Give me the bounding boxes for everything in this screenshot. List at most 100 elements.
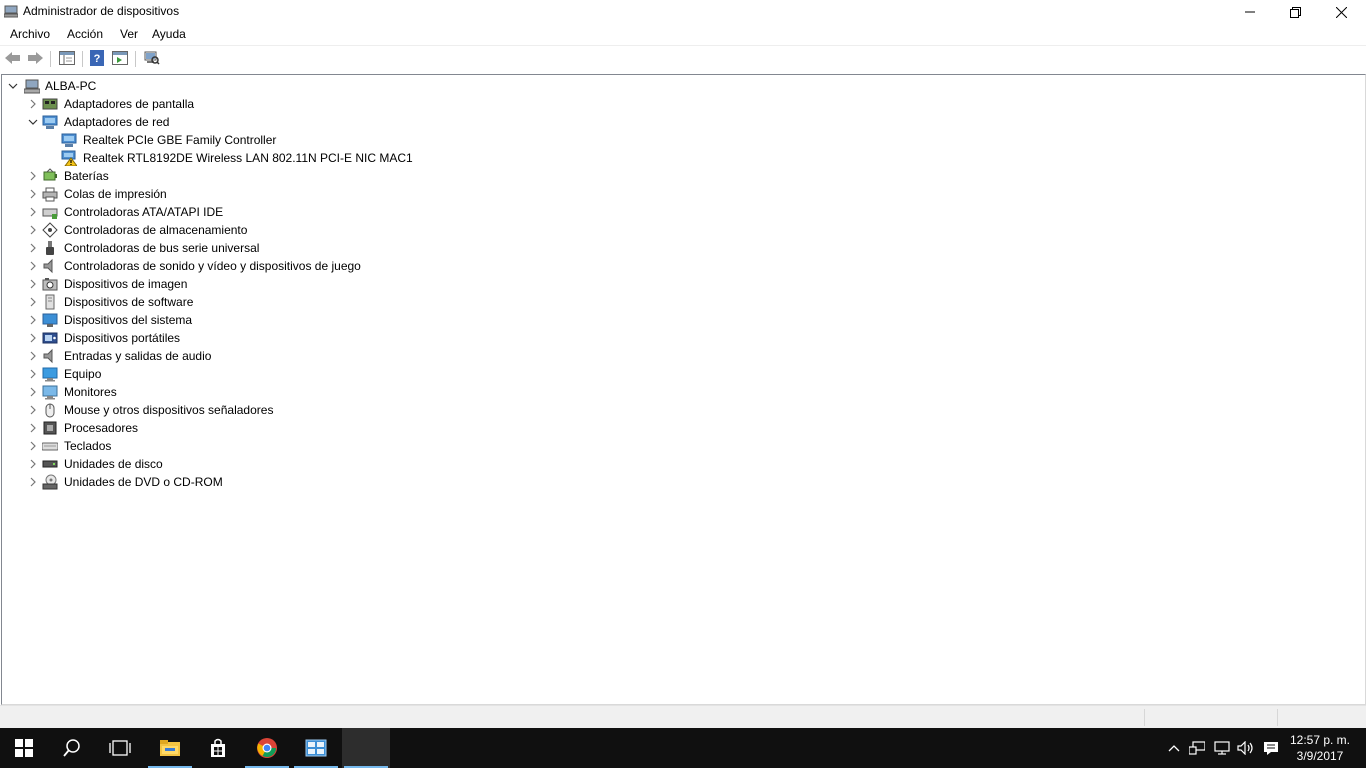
tree-item-label: Controladoras ATA/ATAPI IDE — [64, 205, 224, 219]
menu-ayuda[interactable]: Ayuda — [152, 27, 186, 41]
disk-drive-icon — [42, 456, 58, 472]
chevron-right-icon[interactable] — [28, 459, 38, 469]
chevron-right-icon[interactable] — [28, 225, 38, 235]
computer-icon — [42, 366, 58, 382]
help-button[interactable]: ? — [88, 50, 106, 66]
tree-category-item[interactable]: Monitores — [2, 383, 522, 401]
close-button[interactable] — [1318, 0, 1364, 24]
title-bar: Administrador de dispositivos — [0, 0, 1366, 24]
storage-controller-icon — [42, 222, 58, 238]
tree-category-item[interactable]: Mouse y otros dispositivos señaladores — [2, 401, 522, 419]
tree-device-item[interactable]: Realtek RTL8192DE Wireless LAN 802.11N P… — [2, 149, 522, 167]
tree-category-item[interactable]: Teclados — [2, 437, 522, 455]
tree-category-item[interactable]: Controladoras de bus serie universal — [2, 239, 522, 257]
chevron-right-icon[interactable] — [28, 423, 38, 433]
tree-item-label: Controladoras de sonido y vídeo y dispos… — [64, 259, 361, 273]
properties-button[interactable] — [111, 50, 129, 66]
tree-category-item[interactable]: Unidades de disco — [2, 455, 522, 473]
tree-device-item[interactable]: Realtek PCIe GBE Family Controller — [2, 131, 522, 149]
tree-category-item[interactable]: Baterías — [2, 167, 522, 185]
chevron-right-icon[interactable] — [28, 351, 38, 361]
store-button[interactable] — [194, 728, 242, 768]
tree-category-item[interactable]: Adaptadores de red — [2, 113, 522, 131]
minimize-button[interactable] — [1227, 0, 1273, 24]
show-hidden-icons-button[interactable] — [1166, 740, 1182, 756]
tree-category-item[interactable]: Dispositivos de software — [2, 293, 522, 311]
forward-button[interactable] — [26, 50, 44, 66]
audio-io-icon — [42, 348, 58, 364]
tray-ethernet-button[interactable] — [1214, 740, 1230, 756]
display-adapter-icon — [42, 96, 58, 112]
chevron-right-icon[interactable] — [28, 207, 38, 217]
chevron-right-icon[interactable] — [28, 333, 38, 343]
folder-icon — [160, 740, 180, 756]
tree-item-label: Adaptadores de red — [64, 115, 170, 129]
scan-hardware-icon — [144, 51, 160, 65]
tree-category-item[interactable]: Controladoras de sonido y vídeo y dispos… — [2, 257, 522, 275]
status-bar — [0, 705, 1366, 728]
back-button[interactable] — [4, 50, 22, 66]
start-button[interactable] — [0, 728, 48, 768]
tree-category-item[interactable]: Colas de impresión — [2, 185, 522, 203]
chevron-right-icon[interactable] — [28, 279, 38, 289]
toolbar-separator — [50, 51, 51, 67]
tree-category-item[interactable]: Procesadores — [2, 419, 522, 437]
chevron-right-icon[interactable] — [28, 441, 38, 451]
tree-category-item[interactable]: Unidades de DVD o CD-ROM — [2, 473, 522, 491]
tree-category-item[interactable]: Controladoras de almacenamiento — [2, 221, 522, 239]
menu-ver[interactable]: Ver — [120, 27, 138, 41]
chevron-right-icon[interactable] — [28, 369, 38, 379]
search-button[interactable] — [48, 728, 96, 768]
mouse-icon — [42, 402, 58, 418]
chrome-icon — [257, 738, 277, 758]
search-icon — [63, 739, 80, 757]
taskbar-clock[interactable]: 12:57 p. m. 3/9/2017 — [1286, 732, 1354, 764]
chevron-down-icon[interactable] — [28, 117, 38, 127]
task-view-button[interactable] — [96, 728, 144, 768]
tree-category-item[interactable]: Dispositivos portátiles — [2, 329, 522, 347]
chevron-right-icon[interactable] — [28, 297, 38, 307]
chevron-right-icon[interactable] — [28, 477, 38, 487]
window-title: Administrador de dispositivos — [23, 4, 180, 18]
chevron-right-icon[interactable] — [28, 171, 38, 181]
status-separator — [1277, 709, 1278, 726]
device-manager-taskbar-button[interactable] — [342, 728, 390, 768]
action-center-button[interactable] — [1263, 740, 1279, 756]
show-hide-tree-button[interactable] — [58, 50, 76, 66]
device-tree-pane[interactable]: ALBA-PC Adaptadores de pantalla Adaptador… — [1, 74, 1366, 705]
tree-root[interactable]: ALBA-PC — [2, 77, 202, 95]
tree-category-item[interactable]: Dispositivos de imagen — [2, 275, 522, 293]
monitor-icon — [42, 384, 58, 400]
tree-category-item[interactable]: Dispositivos del sistema — [2, 311, 522, 329]
tree-item-label: Entradas y salidas de audio — [64, 349, 212, 363]
keyboard-icon — [41, 438, 59, 454]
chevron-right-icon[interactable] — [28, 189, 38, 199]
chevron-right-icon[interactable] — [28, 405, 38, 415]
status-separator — [1144, 709, 1145, 726]
tray-network-adapter-button[interactable] — [1189, 740, 1205, 756]
computer-icon — [23, 78, 41, 94]
tree-category-item[interactable]: Adaptadores de pantalla — [2, 95, 522, 113]
scan-hardware-button[interactable] — [143, 50, 161, 66]
tree-item-label: Controladoras de bus serie universal — [64, 241, 260, 255]
chevron-down-icon[interactable] — [8, 81, 18, 91]
ide-controller-icon — [42, 204, 58, 220]
chevron-right-icon[interactable] — [28, 315, 38, 325]
chevron-right-icon[interactable] — [28, 99, 38, 109]
chrome-button[interactable] — [243, 728, 291, 768]
control-panel-button[interactable] — [292, 728, 340, 768]
chevron-right-icon[interactable] — [28, 387, 38, 397]
file-explorer-button[interactable] — [146, 728, 194, 768]
menu-archivo[interactable]: Archivo — [10, 27, 50, 41]
chevron-right-icon[interactable] — [28, 261, 38, 271]
chevron-right-icon[interactable] — [28, 243, 38, 253]
tree-category-item[interactable]: Controladoras ATA/ATAPI IDE — [2, 203, 522, 221]
tray-volume-button[interactable] — [1237, 740, 1253, 756]
camera-icon — [42, 276, 58, 292]
tree-category-item[interactable]: Entradas y salidas de audio — [2, 347, 522, 365]
tree-category-item[interactable]: Equipo — [2, 365, 522, 383]
restore-button[interactable] — [1272, 0, 1318, 24]
tree-item-label: Mouse y otros dispositivos señaladores — [64, 403, 274, 417]
network-tray-icon — [1189, 741, 1205, 755]
menu-accion[interactable]: Acción — [67, 27, 103, 41]
